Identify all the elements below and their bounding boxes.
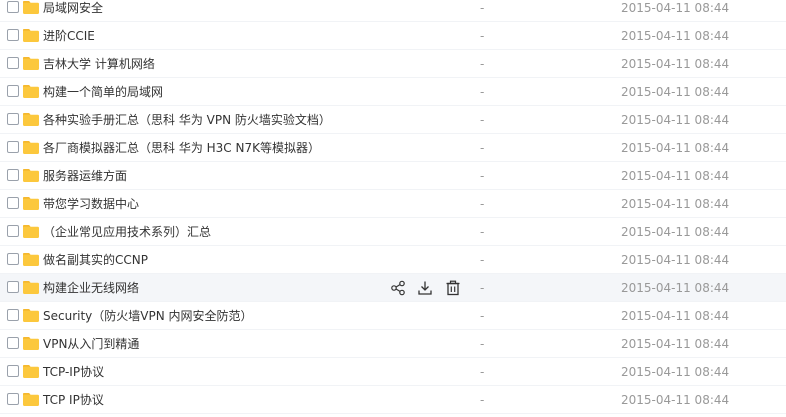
modified-date: 2015-04-11 08:44 [621, 253, 730, 267]
modified-date: 2015-04-11 08:44 [621, 309, 730, 323]
modified-date: 2015-04-11 08:44 [621, 85, 730, 99]
modified-date: 2015-04-11 08:44 [621, 337, 730, 351]
folder-icon [23, 29, 39, 42]
file-size: - [480, 85, 485, 99]
file-name-link[interactable]: VPN从入门到精通 [43, 336, 139, 352]
modified-date: 2015-04-11 08:44 [621, 29, 730, 43]
file-row[interactable]: 各厂商模拟器汇总（思科 华为 H3C N7K等模拟器） - 2015-04-11 0… [0, 134, 786, 162]
modified-date: 2015-04-11 08:44 [621, 57, 730, 71]
modified-date: 2015-04-11 08:44 [621, 197, 730, 211]
row-checkbox[interactable] [7, 197, 19, 209]
modified-date: 2015-04-11 08:44 [621, 113, 730, 127]
file-size: - [480, 113, 485, 127]
modified-date: 2015-04-11 08:44 [621, 225, 730, 239]
row-checkbox[interactable] [7, 1, 19, 13]
row-checkbox[interactable] [7, 365, 19, 377]
row-checkbox[interactable] [7, 29, 19, 41]
file-row[interactable]: 带您学习数据中心 - 2015-04-11 08:44 [0, 190, 786, 218]
file-name-link[interactable]: 带您学习数据中心 [43, 196, 139, 212]
modified-date: 2015-04-11 08:44 [621, 1, 730, 15]
file-size: - [480, 197, 485, 211]
folder-icon [23, 1, 39, 14]
folder-icon [23, 253, 39, 266]
folder-icon [23, 113, 39, 126]
file-name-link[interactable]: TCP-IP协议 [43, 364, 104, 380]
file-name-link[interactable]: 吉林大学 计算机网络 [43, 56, 155, 72]
file-name-link[interactable]: 进阶CCIE [43, 28, 95, 44]
file-name-link[interactable]: 各种实验手册汇总（思科 华为 VPN 防火墙实验文档） [43, 112, 331, 128]
file-row[interactable]: （企业常见应用技术系列）汇总 - 2015-04-11 08:44 [0, 218, 786, 246]
row-checkbox[interactable] [7, 393, 19, 405]
folder-icon [23, 197, 39, 210]
file-name-link[interactable]: 构建企业无线网络 [43, 280, 139, 296]
file-row[interactable]: 构建一个简单的局域网 - 2015-04-11 08:44 [0, 78, 786, 106]
row-checkbox[interactable] [7, 141, 19, 153]
file-name-link[interactable]: 服务器运维方面 [43, 168, 127, 184]
row-checkbox[interactable] [7, 113, 19, 125]
file-size: - [480, 393, 485, 407]
file-row[interactable]: 做名副其实的CCNP - 2015-04-11 08:44 [0, 246, 786, 274]
file-size: - [480, 309, 485, 323]
folder-icon [23, 281, 39, 294]
file-name-link[interactable]: （企业常见应用技术系列）汇总 [43, 224, 211, 240]
folder-icon [23, 57, 39, 70]
file-row[interactable]: TCP IP协议 - 2015-04-11 08:44 [0, 386, 786, 414]
download-icon[interactable] [416, 279, 434, 297]
file-name-link[interactable]: 局域网安全 [43, 0, 103, 16]
row-checkbox[interactable] [7, 337, 19, 349]
file-size: - [480, 57, 485, 71]
file-list: 局域网安全 - 2015-04-11 08:44 进阶CCIE - 2015-04-11 … [0, 0, 786, 414]
file-row[interactable]: 各种实验手册汇总（思科 华为 VPN 防火墙实验文档） - 2015-04-11 0… [0, 106, 786, 134]
file-name-link[interactable]: 各厂商模拟器汇总（思科 华为 H3C N7K等模拟器） [43, 140, 320, 156]
file-size: - [480, 365, 485, 379]
folder-icon [23, 85, 39, 98]
file-row[interactable]: Security（防火墙VPN 内网安全防范） - 2015-04-11 08:44 [0, 302, 786, 330]
folder-icon [23, 393, 39, 406]
file-size: - [480, 141, 485, 155]
row-checkbox[interactable] [7, 281, 19, 293]
folder-icon [23, 309, 39, 322]
row-checkbox[interactable] [7, 225, 19, 237]
file-row[interactable]: VPN从入门到精通 - 2015-04-11 08:44 [0, 330, 786, 358]
modified-date: 2015-04-11 08:44 [621, 393, 730, 407]
folder-icon [23, 141, 39, 154]
modified-date: 2015-04-11 08:44 [621, 281, 730, 295]
file-row[interactable]: 局域网安全 - 2015-04-11 08:44 [0, 0, 786, 22]
folder-icon [23, 225, 39, 238]
row-checkbox[interactable] [7, 253, 19, 265]
file-size: - [480, 253, 485, 267]
folder-icon [23, 169, 39, 182]
file-size: - [480, 29, 485, 43]
file-size: - [480, 281, 485, 295]
file-size: - [480, 169, 485, 183]
file-name-link[interactable]: TCP IP协议 [43, 392, 104, 408]
folder-icon [23, 337, 39, 350]
modified-date: 2015-04-11 08:44 [621, 169, 730, 183]
row-checkbox[interactable] [7, 57, 19, 69]
delete-icon[interactable] [444, 279, 462, 297]
file-row[interactable]: 构建企业无线网络 - 2015-04-11 08:44 [0, 274, 786, 302]
modified-date: 2015-04-11 08:44 [621, 365, 730, 379]
file-row[interactable]: 服务器运维方面 - 2015-04-11 08:44 [0, 162, 786, 190]
file-size: - [480, 1, 485, 15]
share-icon[interactable] [389, 279, 407, 297]
file-name-link[interactable]: 构建一个简单的局域网 [43, 84, 163, 100]
file-row[interactable]: 进阶CCIE - 2015-04-11 08:44 [0, 22, 786, 50]
file-row[interactable]: 吉林大学 计算机网络 - 2015-04-11 08:44 [0, 50, 786, 78]
row-checkbox[interactable] [7, 309, 19, 321]
folder-icon [23, 365, 39, 378]
row-checkbox[interactable] [7, 169, 19, 181]
file-name-link[interactable]: 做名副其实的CCNP [43, 252, 148, 268]
row-checkbox[interactable] [7, 85, 19, 97]
file-size: - [480, 225, 485, 239]
file-name-link[interactable]: Security（防火墙VPN 内网安全防范） [43, 308, 253, 324]
file-row[interactable]: TCP-IP协议 - 2015-04-11 08:44 [0, 358, 786, 386]
modified-date: 2015-04-11 08:44 [621, 141, 730, 155]
file-size: - [480, 337, 485, 351]
